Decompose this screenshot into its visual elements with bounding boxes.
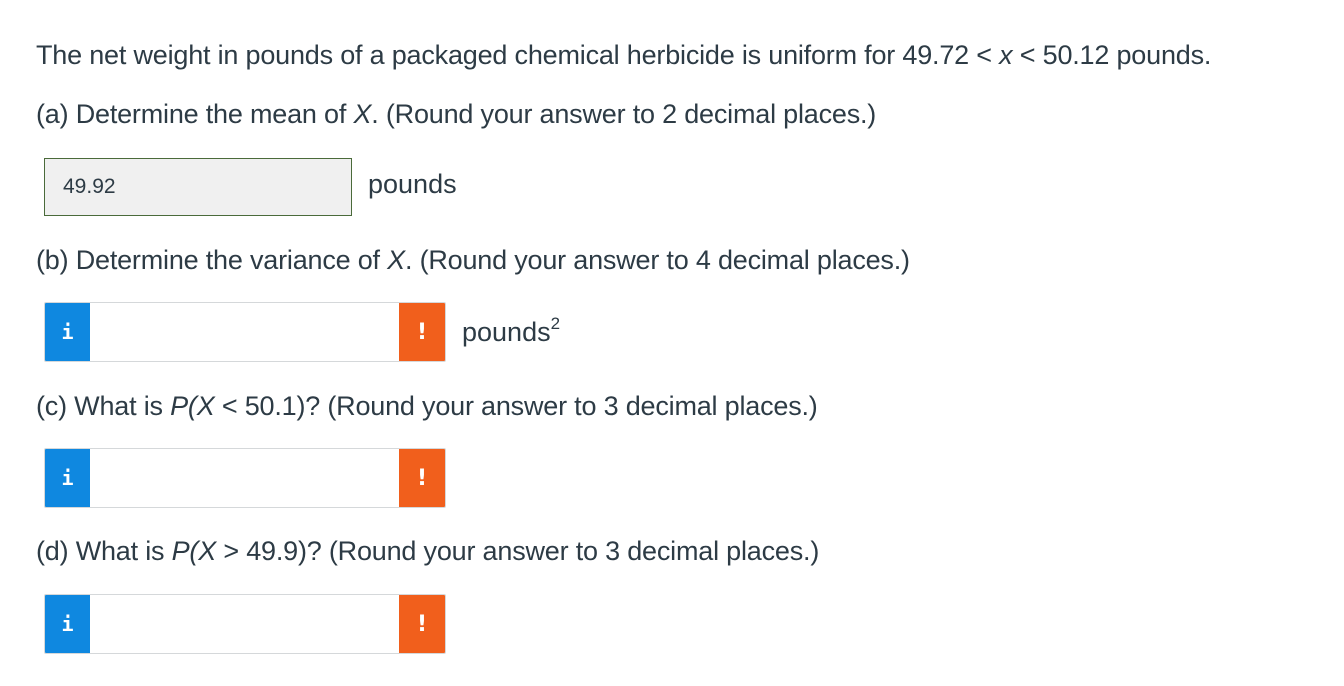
intro-suffix: < 50.12 pounds. (1012, 40, 1212, 70)
part-c-warning-icon: ! (399, 449, 445, 507)
question-page: The net weight in pounds of a packaged c… (0, 0, 1344, 686)
part-c-suffix: < 50.1)? (Round your answer to 3 decimal… (214, 391, 818, 421)
part-b-suffix: . (Round your answer to 4 decimal places… (404, 245, 910, 275)
part-d-answer-row: i ! (44, 594, 446, 654)
intro-prefix: The net weight in pounds of a packaged c… (36, 40, 1000, 70)
part-d-warning-icon: ! (399, 595, 445, 653)
part-c-prompt: (c) What is P(X < 50.1)? (Round your ans… (36, 389, 818, 423)
part-b-unit: pounds2 (462, 314, 561, 348)
part-d-info-icon[interactable]: i (45, 595, 90, 653)
part-c-info-icon[interactable]: i (45, 449, 90, 507)
part-d-prompt: (d) What is P(X > 49.9)? (Round your ans… (36, 534, 819, 568)
part-b-prefix: (b) Determine the variance of (36, 245, 388, 275)
part-b-answer-row: i ! pounds2 (44, 302, 560, 362)
part-a-answer-value: 49.92 (63, 175, 116, 198)
part-a-suffix: . (Round your answer to 2 decimal places… (371, 99, 877, 129)
part-b-warning-icon: ! (399, 303, 445, 361)
part-b-info-icon[interactable]: i (45, 303, 90, 361)
part-d-prefix: (d) What is (36, 536, 172, 566)
part-b-answer-input[interactable] (90, 303, 399, 361)
part-c-expression: P(X (170, 391, 215, 421)
part-b-variable: X (387, 245, 405, 275)
part-a-unit: pounds (368, 168, 457, 199)
part-d-expression: P(X (171, 536, 217, 566)
part-d-input-group: i ! (44, 594, 446, 654)
part-a-prompt: (a) Determine the mean of X. (Round your… (36, 97, 876, 131)
question-intro: The net weight in pounds of a packaged c… (36, 38, 1211, 72)
part-c-answer-row: i ! (44, 448, 446, 508)
part-a-prefix: (a) Determine the mean of (36, 99, 354, 129)
part-c-answer-input[interactable] (90, 449, 399, 507)
intro-variable: x (999, 40, 1013, 70)
part-b-unit-text: pounds (462, 317, 551, 347)
part-c-input-group: i ! (44, 448, 446, 508)
part-a-variable: X (353, 99, 372, 129)
part-a-answer-field[interactable]: 49.92 (44, 158, 352, 216)
part-d-suffix: > 49.9)? (Round your answer to 3 decimal… (216, 536, 820, 566)
part-a-answer-row: 49.92 pounds (44, 157, 457, 217)
part-d-answer-input[interactable] (90, 595, 399, 653)
part-b-unit-superscript: 2 (550, 314, 561, 333)
part-c-prefix: (c) What is (36, 391, 171, 421)
part-b-input-group: i ! (44, 302, 446, 362)
part-b-prompt: (b) Determine the variance of X. (Round … (36, 243, 910, 277)
